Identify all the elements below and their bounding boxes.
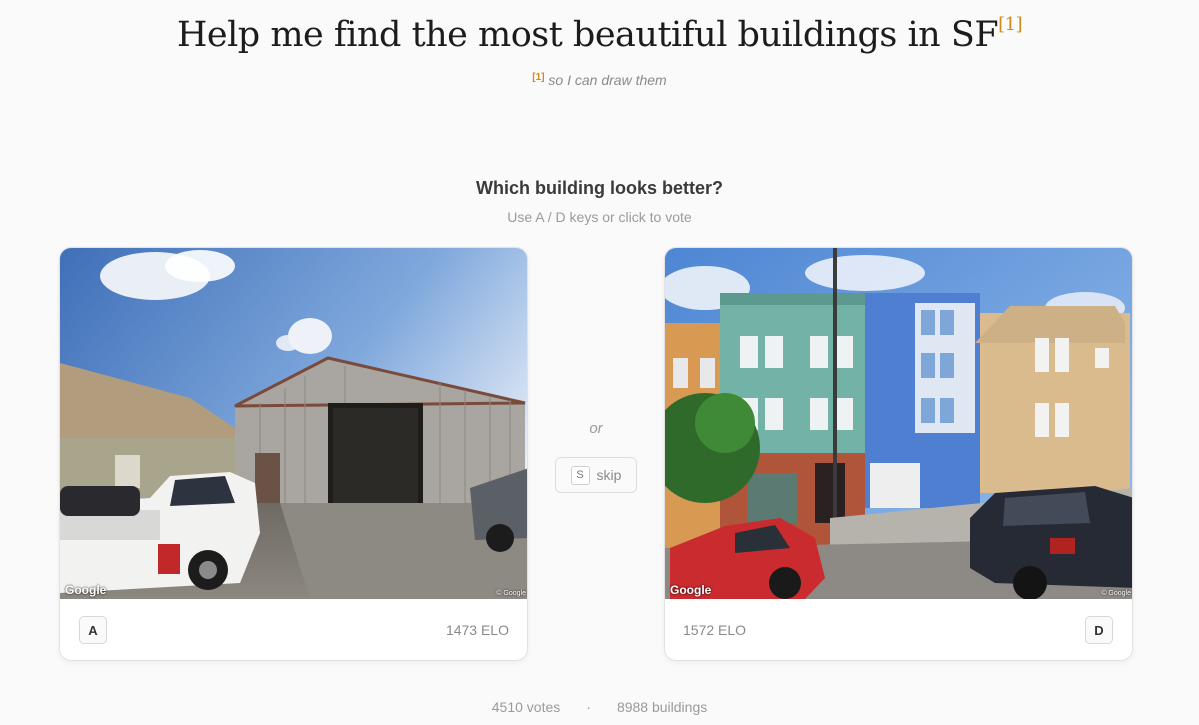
vote-question: Which building looks better?	[476, 178, 723, 198]
vote-key-d[interactable]: D	[1085, 616, 1113, 644]
building-card-d[interactable]: Google © Google D 1572 ELO	[664, 247, 1133, 661]
footnote-ref: [1]	[532, 72, 545, 83]
skip-key: S	[570, 465, 590, 485]
elo-score-a: 1473 ELO	[445, 622, 509, 638]
copyright-d: © Google	[1101, 590, 1131, 597]
footnote-mark: [1]	[998, 14, 1023, 35]
building-photo-a[interactable]: Google © Google	[60, 248, 527, 599]
footnote-text: so I can draw them	[548, 72, 667, 88]
building-photo-d[interactable]: Google © Google	[665, 248, 1132, 599]
or-label: or	[589, 420, 603, 437]
google-attribution-a: Google	[65, 583, 107, 597]
vote-key-a[interactable]: A	[79, 616, 107, 644]
google-attribution-d: Google	[670, 583, 712, 597]
page-title: Help me find the most beautiful building…	[0, 14, 1199, 55]
page-subtitle: [1] so I can draw them	[0, 72, 1199, 88]
skip-button[interactable]: S skip	[555, 457, 637, 493]
vote-count: 4510 votes	[491, 699, 561, 715]
building-count: 8988 buildings	[616, 699, 708, 715]
building-card-a[interactable]: Google © Google A 1473 ELO	[59, 247, 528, 661]
copyright-a: © Google	[496, 590, 526, 597]
vote-hint: Use A / D keys or click to vote	[507, 209, 692, 225]
footer-separator: ·	[586, 699, 591, 715]
stats-footer: 4510 votes · 8988 buildings	[0, 699, 1199, 715]
elo-score-d: 1572 ELO	[683, 622, 747, 638]
page-title-text: Help me find the most beautiful building…	[176, 15, 999, 55]
skip-label: skip	[596, 467, 622, 483]
